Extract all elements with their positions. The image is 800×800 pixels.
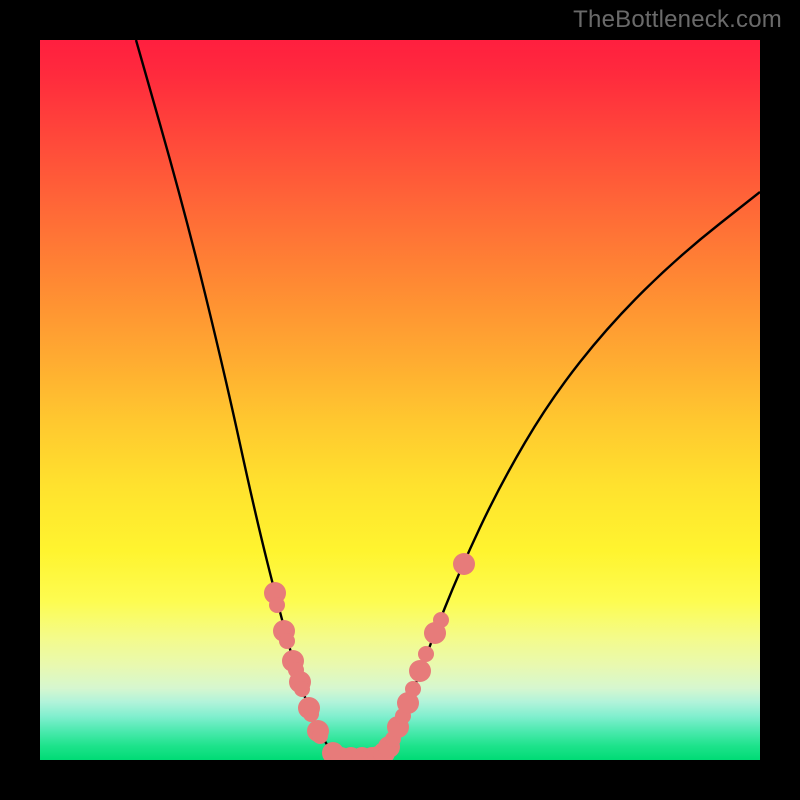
marker-bead (279, 633, 295, 649)
marker-beads (264, 553, 475, 760)
marker-bead (294, 681, 310, 697)
marker-bead (312, 728, 328, 744)
marker-bead (303, 706, 319, 722)
marker-bead (409, 660, 431, 682)
curve-lines (136, 40, 760, 758)
chart-svg (40, 40, 760, 760)
left-branch-line (136, 40, 341, 758)
marker-bead (418, 646, 434, 662)
watermark-text: TheBottleneck.com (573, 6, 782, 34)
plot-area (40, 40, 760, 760)
right-branch-line (341, 192, 760, 758)
marker-bead (269, 597, 285, 613)
marker-bead (405, 681, 421, 697)
marker-bead (453, 553, 475, 575)
marker-bead (433, 612, 449, 628)
